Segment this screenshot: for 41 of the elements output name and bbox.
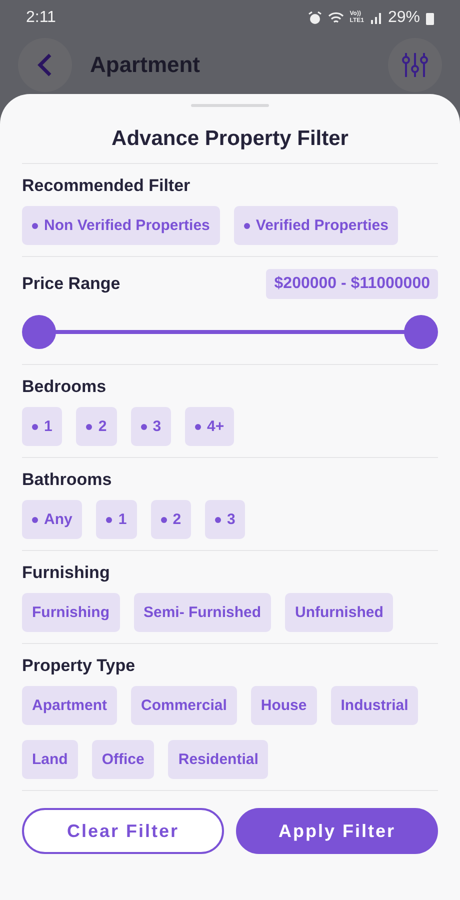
alarm-icon <box>308 11 322 25</box>
battery-percent: 29% <box>388 9 420 27</box>
slider-thumb[interactable] <box>404 315 438 349</box>
filter-chip[interactable]: Commercial <box>131 686 237 725</box>
clear-filter-button[interactable]: Clear Filter <box>22 808 224 854</box>
page-title: Apartment <box>90 52 202 78</box>
filter-chip[interactable]: 3 <box>130 407 172 446</box>
section-title: Recommended Filter <box>22 176 192 196</box>
section-title: Bathrooms <box>22 470 113 490</box>
filter-chip[interactable]: Industrial <box>330 686 418 725</box>
filter-chip[interactable]: Apartment <box>22 686 118 725</box>
filter-chip[interactable]: Non Verified Properties <box>22 206 220 245</box>
filter-chip[interactable]: Verified Properties <box>234 206 398 245</box>
section-title: Furnishing <box>22 563 111 583</box>
status-time: 2:11 <box>26 9 57 27</box>
section-title: Property Type <box>22 656 136 676</box>
filter-chip[interactable]: Unfurnished <box>285 593 394 632</box>
filter-chip[interactable]: Office <box>92 740 154 779</box>
filter-chip[interactable]: 4+ <box>185 407 234 446</box>
filter-chip[interactable]: Residential <box>168 740 268 779</box>
filter-chip[interactable]: 2 <box>150 500 192 539</box>
filter-chip[interactable]: Land <box>22 740 78 779</box>
filter-chip[interactable]: 1 <box>22 407 62 446</box>
filter-chip[interactable]: 1 <box>96 500 137 539</box>
filter-chip[interactable]: 2 <box>76 407 117 446</box>
price-slider[interactable] <box>22 315 438 349</box>
section-title: Price Range <box>22 274 120 294</box>
filter-chip[interactable]: 3 <box>205 500 246 539</box>
battery-icon <box>426 12 434 24</box>
sheet-title: Advance Property Filter <box>22 107 438 164</box>
filter-chip[interactable]: Any <box>22 500 82 539</box>
price-reading: $200000 - $11000000 <box>266 269 438 299</box>
section-title: Bedrooms <box>22 377 108 397</box>
wifi-icon <box>328 11 344 25</box>
filter-chip[interactable]: Furnishing <box>22 593 120 632</box>
filter-chip[interactable]: Semi- Furnished <box>134 593 272 632</box>
signal-icon <box>370 12 382 24</box>
apply-filter-button[interactable]: Apply Filter <box>236 808 438 854</box>
slider-thumb[interactable] <box>22 315 56 349</box>
filter-chip[interactable]: House <box>250 686 317 725</box>
sliders-icon <box>401 51 429 79</box>
